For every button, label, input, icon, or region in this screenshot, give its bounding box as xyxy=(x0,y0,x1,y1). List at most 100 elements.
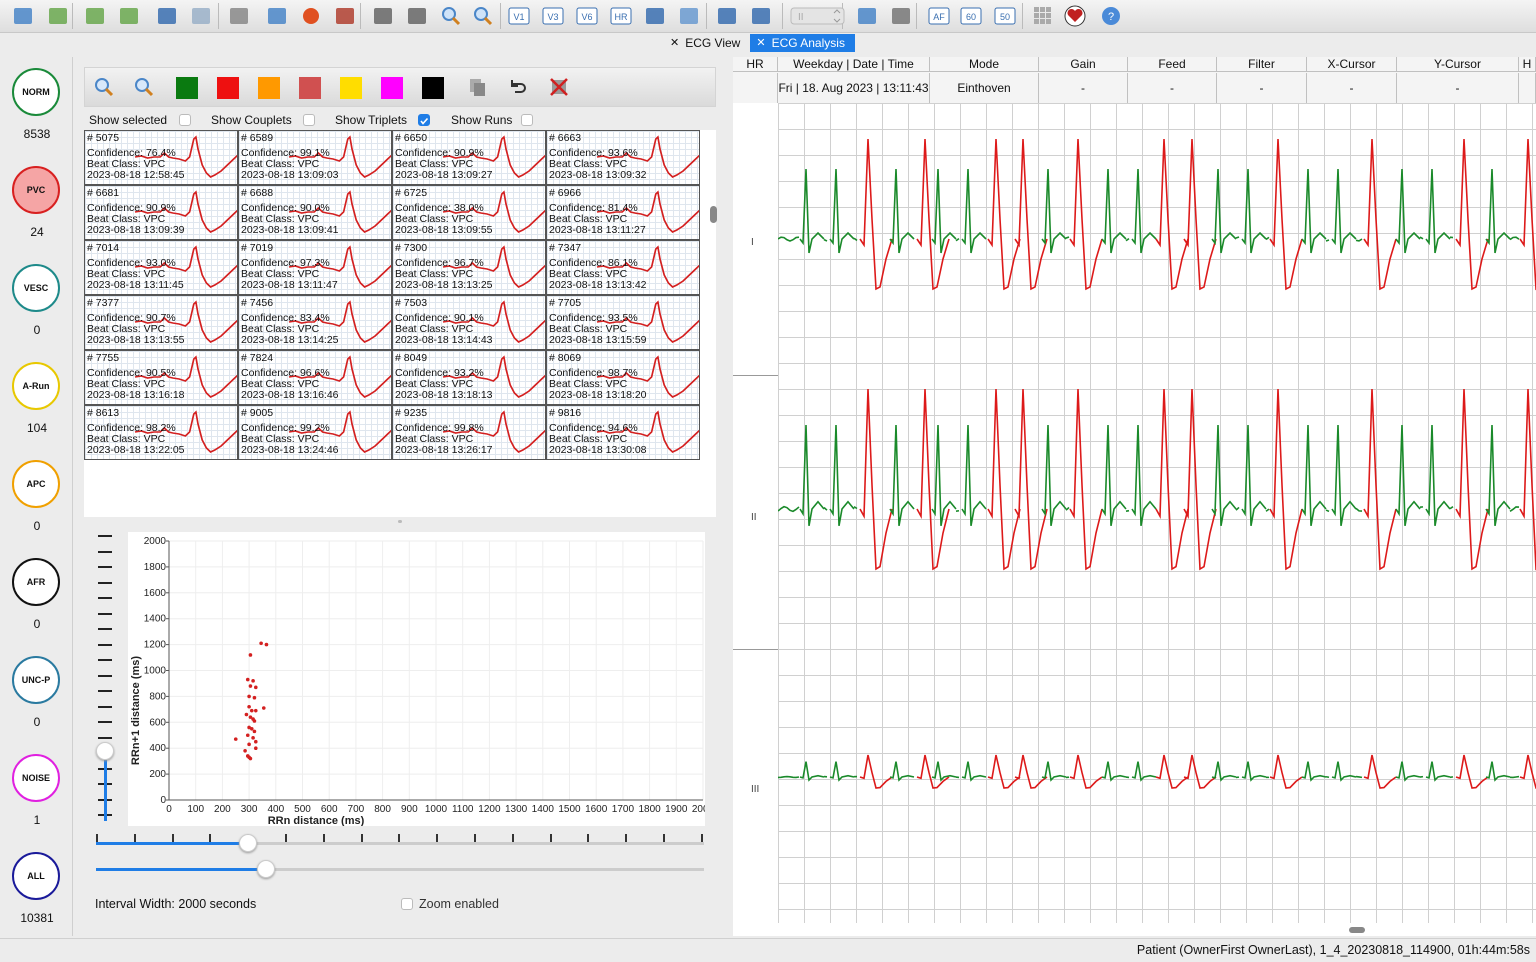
folder-icon[interactable] xyxy=(45,4,71,28)
class-filter-afr[interactable]: AFR0 xyxy=(12,558,62,631)
class-badge[interactable]: AFR xyxy=(12,558,60,606)
show-triplets-checkbox[interactable] xyxy=(418,114,430,126)
lead-v3-icon[interactable]: V3 xyxy=(540,4,566,28)
open-file-icon[interactable] xyxy=(10,4,36,28)
color-filter-swatch[interactable] xyxy=(258,77,280,99)
class-badge[interactable]: UNC-P xyxy=(12,656,60,704)
class-filter-pvc[interactable]: PVC24 xyxy=(12,166,62,239)
beat-template-cell[interactable]: # 6589Confidence: 99.1%Beat Class: VPC20… xyxy=(238,130,392,185)
class-filter-a-run[interactable]: A-Run104 xyxy=(12,362,62,435)
delete-icon[interactable] xyxy=(548,76,570,98)
color-filter-swatch[interactable] xyxy=(299,77,321,99)
beat-template-cell[interactable]: # 6663Confidence: 93.6%Beat Class: VPC20… xyxy=(546,130,700,185)
class-badge[interactable]: A-Run xyxy=(12,362,60,410)
lock-icon[interactable] xyxy=(888,4,914,28)
show-couplets-checkbox[interactable] xyxy=(303,114,315,126)
noise-icon[interactable] xyxy=(642,4,668,28)
beat-template-cell[interactable]: # 6650Confidence: 90.9%Beat Class: VPC20… xyxy=(392,130,546,185)
speed-60-icon[interactable]: 60 xyxy=(958,4,984,28)
script-icon[interactable] xyxy=(370,4,396,28)
beat-template-cell[interactable]: # 8049Confidence: 93.2%Beat Class: VPC20… xyxy=(392,350,546,405)
beat-template-cell[interactable]: # 7456Confidence: 83.4%Beat Class: VPC20… xyxy=(238,295,392,350)
color-filter-swatch[interactable] xyxy=(381,77,403,99)
class-badge[interactable]: APC xyxy=(12,460,60,508)
lead-v1-icon[interactable]: V1 xyxy=(506,4,532,28)
show-runs-checkbox[interactable] xyxy=(521,114,533,126)
af-icon[interactable]: AF xyxy=(926,4,952,28)
zoom-in-icon[interactable] xyxy=(470,4,496,28)
beat-template-cell[interactable]: # 6725Confidence: 38.0%Beat Class: VPC20… xyxy=(392,185,546,240)
script-edit-icon[interactable] xyxy=(404,4,430,28)
heart-icon[interactable] xyxy=(1062,4,1088,28)
beat-template-cell[interactable]: # 5075Confidence: 76.4%Beat Class: VPC20… xyxy=(84,130,238,185)
close-icon[interactable]: ✕ xyxy=(756,34,765,52)
hr-icon[interactable]: HR xyxy=(608,4,634,28)
help-icon[interactable]: ? xyxy=(1098,4,1124,28)
beat-template-cell[interactable]: # 9816Confidence: 94.6%Beat Class: VPC20… xyxy=(546,405,700,460)
beat-template-cell[interactable]: # 7300Confidence: 96.7%Beat Class: VPC20… xyxy=(392,240,546,295)
channel-select-icon[interactable]: II xyxy=(790,4,846,28)
tab-ecg-analysis[interactable]: ✕ECG Analysis xyxy=(750,34,855,52)
color-filter-swatch[interactable] xyxy=(422,77,444,99)
report-icon[interactable] xyxy=(714,4,740,28)
copy-icon[interactable] xyxy=(466,76,488,98)
class-badge[interactable]: PVC xyxy=(12,166,60,214)
print-icon[interactable] xyxy=(226,4,252,28)
zoom-out-icon[interactable] xyxy=(93,76,115,98)
beat-template-cell[interactable]: # 7705Confidence: 93.5%Beat Class: VPC20… xyxy=(546,295,700,350)
class-filter-unc-p[interactable]: UNC-P0 xyxy=(12,656,62,729)
zoom-toggle[interactable]: Zoom enabled xyxy=(401,897,499,911)
color-filter-swatch[interactable] xyxy=(217,77,239,99)
save-as-icon[interactable] xyxy=(188,4,214,28)
show-selected-checkbox[interactable] xyxy=(179,114,191,126)
speed-50-icon[interactable]: 50 xyxy=(992,4,1018,28)
grid-scrollbar[interactable] xyxy=(710,206,717,223)
poincare-scatter-plot[interactable]: 0100200300400500600700800900100011001200… xyxy=(128,532,705,826)
color-filter-swatch[interactable] xyxy=(176,77,198,99)
slider-thumb[interactable] xyxy=(96,742,114,760)
zoom-in-icon[interactable] xyxy=(133,76,155,98)
vertical-range-slider[interactable] xyxy=(98,535,112,821)
ecg-horizontal-scrollbar[interactable] xyxy=(1349,927,1365,933)
beat-template-cell[interactable]: # 7503Confidence: 90.1%Beat Class: VPC20… xyxy=(392,295,546,350)
class-filter-apc[interactable]: APC0 xyxy=(12,460,62,533)
database-icon[interactable] xyxy=(854,4,880,28)
color-filter-swatch[interactable] xyxy=(340,77,362,99)
tab-ecg-view[interactable]: ✕ECG View xyxy=(664,34,750,52)
beat-template-cell[interactable]: # 9005Confidence: 99.2%Beat Class: VPC20… xyxy=(238,405,392,460)
undo-icon[interactable] xyxy=(506,76,528,98)
beat-template-cell[interactable]: # 6681Confidence: 90.9%Beat Class: VPC20… xyxy=(84,185,238,240)
beat-template-cell[interactable]: # 7824Confidence: 96.6%Beat Class: VPC20… xyxy=(238,350,392,405)
save-icon[interactable] xyxy=(154,4,180,28)
beat-template-cell[interactable]: # 7347Confidence: 86.1%Beat Class: VPC20… xyxy=(546,240,700,295)
export-icon[interactable] xyxy=(116,4,142,28)
panel-splitter[interactable] xyxy=(84,518,716,525)
beat-template-cell[interactable]: # 7377Confidence: 90.7%Beat Class: VPC20… xyxy=(84,295,238,350)
beat-template-cell[interactable]: # 8613Confidence: 98.2%Beat Class: VPC20… xyxy=(84,405,238,460)
beat-template-cell[interactable]: # 6966Confidence: 81.4%Beat Class: VPC20… xyxy=(546,185,700,240)
close-icon[interactable]: ✕ xyxy=(670,34,679,52)
monitor-icon[interactable] xyxy=(264,4,290,28)
record-icon[interactable] xyxy=(298,4,324,28)
beat-template-cell[interactable]: # 9235Confidence: 99.8%Beat Class: VPC20… xyxy=(392,405,546,460)
beat-template-cell[interactable]: # 7014Confidence: 93.0%Beat Class: VPC20… xyxy=(84,240,238,295)
class-filter-norm[interactable]: NORM8538 xyxy=(12,68,62,141)
slider-thumb[interactable] xyxy=(257,860,275,878)
grid-icon[interactable] xyxy=(1030,4,1056,28)
trend-icon[interactable] xyxy=(676,4,702,28)
ecg-strip[interactable] xyxy=(778,103,1536,923)
beat-template-cell[interactable]: # 6688Confidence: 90.0%Beat Class: VPC20… xyxy=(238,185,392,240)
beat-template-cell[interactable]: # 7019Confidence: 97.3%Beat Class: VPC20… xyxy=(238,240,392,295)
lead-v6-icon[interactable]: V6 xyxy=(574,4,600,28)
zoom-out-icon[interactable] xyxy=(438,4,464,28)
class-badge[interactable]: NORM xyxy=(12,68,60,116)
class-badge[interactable]: VESC xyxy=(12,264,60,312)
class-badge[interactable]: NOISE xyxy=(12,754,60,802)
zoom-checkbox[interactable] xyxy=(401,898,413,910)
slider-thumb[interactable] xyxy=(239,834,257,852)
beat-template-cell[interactable]: # 8069Confidence: 98.7%Beat Class: VPC20… xyxy=(546,350,700,405)
class-filter-all[interactable]: ALL10381 xyxy=(12,852,62,925)
beat-template-cell[interactable]: # 7755Confidence: 90.5%Beat Class: VPC20… xyxy=(84,350,238,405)
class-badge[interactable]: ALL xyxy=(12,852,60,900)
analysis-chart-icon[interactable] xyxy=(748,4,774,28)
